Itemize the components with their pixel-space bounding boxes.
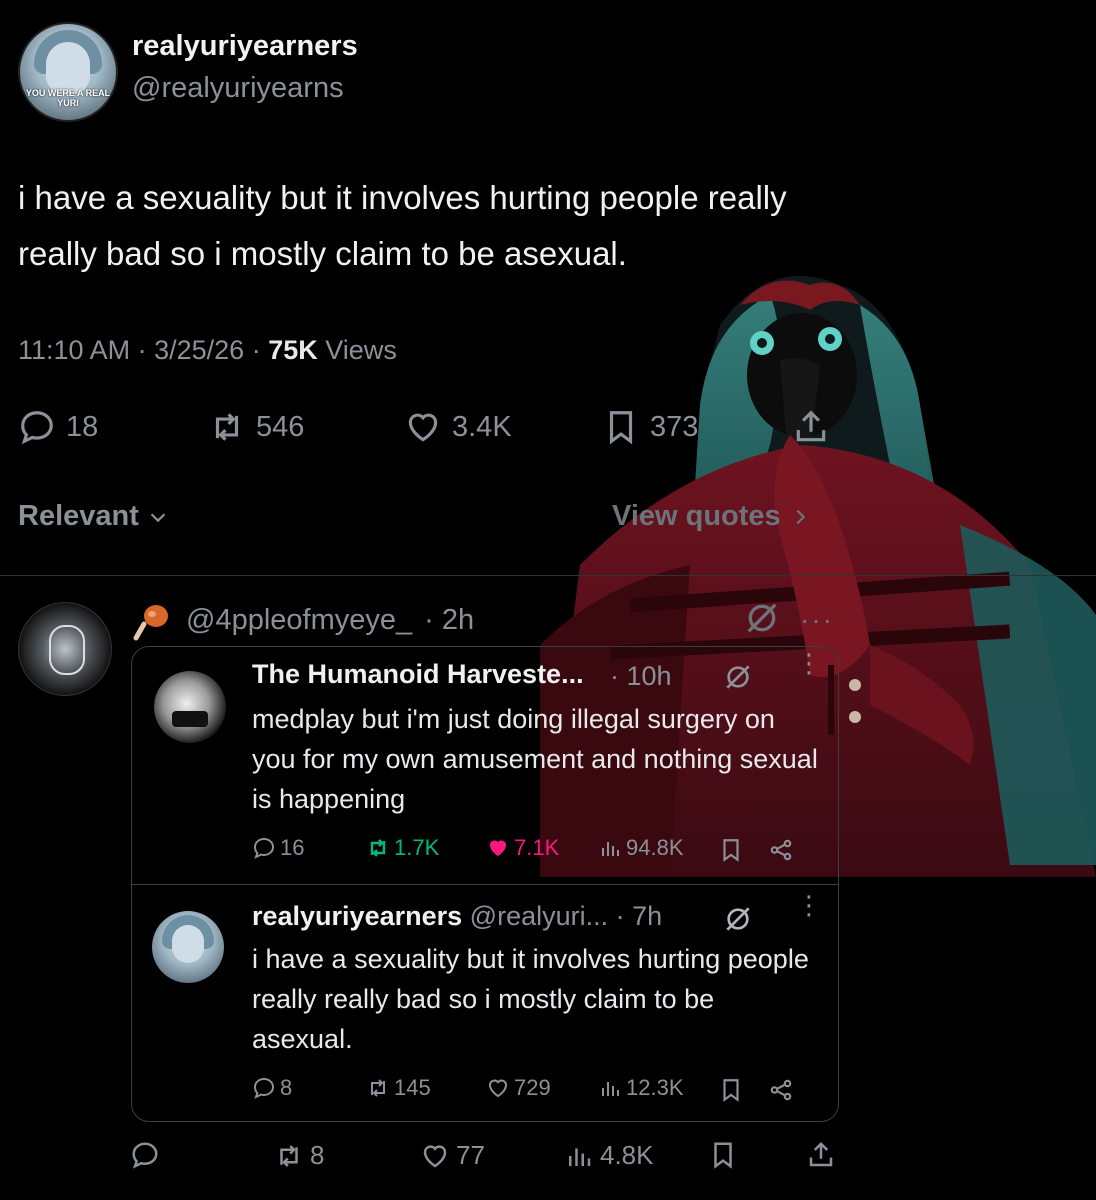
heart-icon [423, 1144, 447, 1167]
quoted-post-text: medplay but i'm just doing illegal surge… [252, 704, 818, 814]
reply-action-bar: 8 77 4.8K [130, 1140, 840, 1180]
view-quotes-link[interactable]: View quotes [612, 500, 811, 533]
quoted-views-stat[interactable]: 94.8K [598, 835, 684, 861]
grok-slash-icon[interactable] [722, 661, 754, 693]
quoted-original-time: · 7h [615, 901, 663, 931]
share-nodes-icon[interactable] [768, 1077, 794, 1103]
quote-divider [132, 884, 838, 885]
post-time: 11:10 AM [18, 335, 131, 365]
quoted-original-like-stat[interactable]: 729 [486, 1075, 551, 1101]
quoted-author-name[interactable]: The Humanoid Harveste... [252, 659, 584, 690]
chevron-right-icon [796, 509, 805, 524]
quoted-author-avatar[interactable] [154, 671, 226, 743]
repost-icon [215, 413, 239, 441]
repost-icon [371, 1079, 385, 1097]
bookmark-icon[interactable] [718, 1077, 744, 1103]
quoted-thread-card[interactable]: The Humanoid Harveste... · 10h ⋮ medplay… [131, 646, 839, 1122]
reply-share-button[interactable] [806, 1140, 836, 1170]
author-handle[interactable]: @realyuriyearns [132, 72, 344, 105]
reply-button[interactable]: 18 [18, 408, 98, 446]
grok-slash-icon[interactable] [722, 903, 754, 935]
heart-filled-icon [490, 840, 506, 856]
author-avatar[interactable]: YOU WERE A REAL YURI [18, 22, 118, 122]
views-chart-icon [569, 1148, 591, 1166]
quoted-repost-stat[interactable]: 1.7K [366, 835, 439, 861]
share-icon [809, 1141, 833, 1167]
quoted-original-views-stat[interactable]: 12.3K [598, 1075, 684, 1101]
post-meta: 11:10 AM · 3/25/26 · 75K Views [18, 335, 397, 365]
reply-icon [254, 837, 275, 859]
quoted-original-handle[interactable]: @realyuri... [470, 901, 608, 931]
views-chart-icon [602, 1082, 619, 1096]
share-nodes-icon[interactable] [768, 837, 794, 863]
more-options-icon[interactable]: ··· [800, 604, 834, 636]
quoted-original-avatar[interactable] [152, 911, 224, 983]
bookmark-icon[interactable] [718, 837, 744, 863]
like-button[interactable]: 3.4K [404, 408, 512, 446]
more-options-icon[interactable]: ⋮ [796, 650, 822, 676]
view-quotes-label: View quotes [612, 500, 781, 532]
post-date: 3/25/26 [154, 335, 245, 365]
quoted-original-repost-stat[interactable]: 145 [366, 1075, 431, 1101]
reply-bookmark-button[interactable] [708, 1140, 738, 1170]
section-divider [0, 575, 1096, 576]
author-display-name[interactable]: realyuriyearners [132, 30, 358, 63]
reply-handle[interactable]: @4ppleofmyeye_ [186, 604, 412, 637]
quoted-original-reply-stat[interactable]: 8 [252, 1075, 292, 1101]
quoted-stats: 16 1.7K 7.1K 94.8K [252, 835, 832, 865]
share-icon [796, 410, 826, 442]
quoted-original-name[interactable]: realyuriyearners [252, 901, 462, 931]
heart-icon [408, 413, 438, 442]
repost-count: 546 [256, 410, 305, 443]
views-chart-icon [602, 842, 619, 856]
reply-header: @4ppleofmyeye_ · 2h ··· [130, 598, 850, 642]
sort-dropdown[interactable]: Relevant [18, 500, 169, 533]
post-action-bar: 18 546 3.4K 373 [18, 408, 838, 452]
more-options-icon[interactable]: ⋮ [796, 892, 822, 918]
reply-author-avatar[interactable] [18, 602, 112, 696]
reply-icon [254, 1077, 275, 1099]
quoted-reply-stat[interactable]: 16 [252, 835, 304, 861]
quoted-time: · 10h [610, 661, 672, 691]
reply-count: 18 [66, 410, 99, 443]
quoted-like-stat[interactable]: 7.1K [486, 835, 559, 861]
grok-slash-icon[interactable] [742, 598, 782, 638]
reply-icon [132, 1142, 158, 1169]
bookmark-count: 373 [650, 410, 699, 443]
share-button[interactable] [792, 408, 830, 446]
bookmark-button[interactable]: 373 [602, 408, 698, 446]
post-text: i have a sexuality but it involves hurti… [18, 179, 787, 272]
reply-like-button[interactable]: 77 [420, 1140, 485, 1171]
apple-emoji-icon [133, 605, 168, 641]
reply-repost-button[interactable]: 8 [274, 1140, 324, 1171]
reply-icon [21, 411, 53, 445]
reply-views-button[interactable]: 4.8K [564, 1140, 654, 1171]
views-count[interactable]: 75K [268, 335, 318, 365]
like-count: 3.4K [452, 410, 512, 443]
bookmark-icon [609, 411, 633, 445]
avatar-caption: YOU WERE A REAL YURI [25, 88, 111, 108]
sort-label: Relevant [18, 500, 139, 532]
chevron-down-icon [150, 512, 166, 522]
repost-icon [370, 839, 386, 857]
views-label: Views [325, 335, 397, 365]
quoted-original-text: i have a sexuality but it involves hurti… [252, 944, 809, 1054]
quoted-original-stats: 8 145 729 12.3K [252, 1075, 832, 1105]
bookmark-icon [714, 1142, 732, 1169]
heart-icon [488, 1079, 508, 1098]
repost-button[interactable]: 546 [208, 408, 304, 446]
repost-icon [280, 1144, 298, 1167]
reply-reply-button[interactable] [130, 1140, 166, 1170]
quoted-original-header: realyuriyearners @realyuri... · 7h [252, 901, 662, 932]
reply-time: · 2h [424, 603, 475, 636]
